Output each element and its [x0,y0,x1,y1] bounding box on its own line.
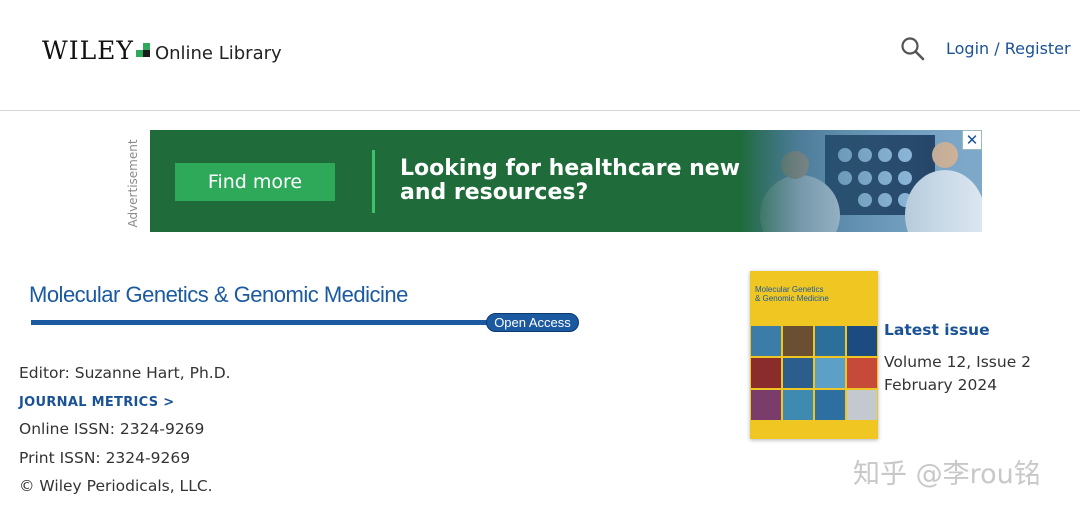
ad-lab-photo [740,130,982,232]
site-header: WILEY Online Library Login / Register [0,0,1080,111]
editor-text: Editor: Suzanne Hart, Ph.D. [19,364,231,382]
latest-issue-volume: Volume 12, Issue 2 [884,353,1032,371]
latest-issue-heading[interactable]: Latest issue [884,321,990,339]
logo-mark-icon [135,43,150,57]
open-access-badge: Open Access [486,313,579,332]
print-issn: Print ISSN: 2324-9269 [19,449,191,467]
cover-title: Molecular Genetics & Genomic Medicine [755,285,829,303]
logo-product: Online Library [154,43,282,64]
search-icon[interactable] [900,36,926,62]
logo-brand: WILEY [42,36,134,65]
online-issn: Online ISSN: 2324-9269 [19,420,205,438]
ad-divider [372,150,375,213]
ad-headline: Looking for healthcare news and resource… [400,156,754,205]
login-register-link[interactable]: Login / Register [946,39,1071,58]
latest-issue-cover[interactable]: Molecular Genetics & Genomic Medicine [750,271,878,439]
journal-metrics-link[interactable]: JOURNAL METRICS > [19,395,174,410]
zhihu-watermark: 知乎 @李rou铭 [853,459,1041,490]
latest-issue-date: February 2024 [884,376,998,394]
close-ad-button[interactable]: ✕ [962,130,982,150]
find-more-button[interactable]: Find more [175,163,335,201]
cover-image-mosaic [750,325,878,421]
advertisement-label: Advertisement [126,139,140,228]
copyright: © Wiley Periodicals, LLC. [19,477,213,495]
journal-title[interactable]: Molecular Genetics & Genomic Medicine [29,282,408,308]
wiley-online-library-logo[interactable]: WILEY Online Library [42,36,282,65]
journal-title-rule [31,320,491,325]
advertisement-banner[interactable]: Find more Looking for healthcare news an… [150,130,982,232]
